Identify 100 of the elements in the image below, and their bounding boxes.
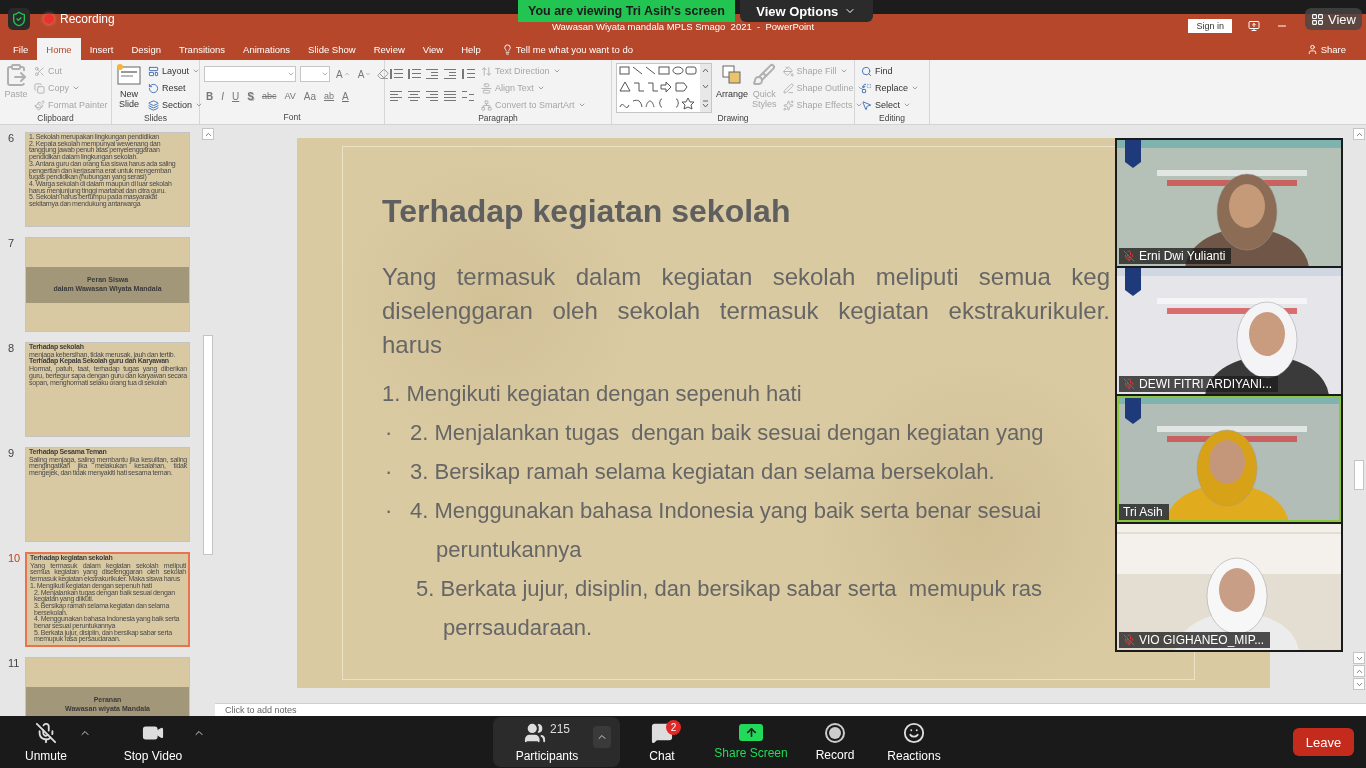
format-button[interactable]: S — [245, 87, 256, 105]
scroll-down-button[interactable] — [1353, 652, 1365, 664]
ribbon-tab[interactable]: File — [4, 38, 38, 60]
people-icon — [524, 721, 546, 744]
slide-thumbnail[interactable] — [25, 342, 190, 437]
ribbon-large-button[interactable]: Arrange — [716, 63, 749, 100]
ribbon-tab[interactable]: Transitions — [170, 38, 235, 60]
ribbon-tab[interactable]: Slide Show — [299, 38, 365, 60]
slide-icon — [116, 63, 142, 87]
window-title: Wawasan Wiyata mandala MPLS Smago 2021 - PowerPoint — [551, 20, 815, 32]
record-icon — [825, 722, 845, 743]
font-size-field[interactable] — [300, 66, 330, 82]
increase-indent-icon — [443, 68, 457, 80]
ribbon-command[interactable]: Layout — [146, 63, 206, 79]
ribbon-command[interactable]: Section — [146, 97, 206, 113]
caret-icon — [903, 101, 911, 109]
ribbon-tab[interactable]: Insert — [80, 38, 123, 60]
microphone-muted-icon — [35, 721, 57, 744]
pen-icon — [782, 82, 794, 94]
leave-button[interactable]: Leave — [1293, 728, 1354, 756]
share-screen-icon — [739, 724, 763, 741]
format-button[interactable]: abc — [259, 87, 279, 105]
bullet-list-icon — [389, 68, 403, 80]
participant-name: Erni Dwi Yulianti — [1139, 249, 1226, 263]
grid-icon — [1311, 12, 1325, 26]
format-button[interactable]: A — [340, 87, 351, 105]
align-right-icon — [425, 90, 439, 102]
record-button[interactable]: Record — [804, 718, 866, 766]
format-button[interactable]: Aa — [301, 87, 318, 105]
next-slide-button[interactable] — [1353, 678, 1365, 690]
previous-slide-button[interactable] — [1353, 665, 1365, 677]
participant-count: 215 — [550, 721, 570, 736]
chat-button[interactable]: 2 Chat — [626, 718, 698, 766]
shrink-font-button[interactable]: A — [355, 65, 374, 83]
ribbon-tab[interactable]: View — [413, 38, 453, 60]
caret-icon — [72, 84, 80, 92]
columns-icon — [461, 90, 475, 102]
ribbon-large-button[interactable]: New Slide — [116, 63, 142, 110]
ribbon-tab[interactable]: Animations — [234, 38, 300, 60]
view-button[interactable]: View — [1305, 8, 1362, 30]
align-text-icon — [481, 82, 492, 94]
shapes-gallery-drawing[interactable] — [616, 63, 712, 113]
display-options-icon[interactable] — [1248, 20, 1260, 32]
slide-thumbnail[interactable] — [25, 552, 190, 647]
ribbon-tab[interactable]: Home — [37, 38, 81, 60]
format-button[interactable]: U — [230, 87, 242, 105]
ribbon-command[interactable]: Reset — [146, 80, 206, 96]
unmute-button[interactable]: Unmute — [16, 718, 76, 766]
slide-number: 8 — [7, 342, 16, 356]
caret-icon — [321, 70, 329, 78]
notes-placeholder: Click to add notes — [225, 705, 297, 715]
format-button[interactable]: B — [204, 87, 216, 105]
view-options-button[interactable]: View Options — [739, 0, 873, 22]
scroll-up-button[interactable] — [1353, 128, 1365, 140]
participant-name: DEWI FITRI ARDIYANI... — [1139, 377, 1273, 391]
unread-badge: 2 — [666, 720, 681, 735]
group-label: Paragraph — [478, 113, 518, 124]
participants-button[interactable]: 215 Participants — [501, 718, 593, 766]
format-button[interactable]: ab — [322, 87, 337, 105]
bullet-mark: · — [385, 419, 394, 446]
microphone-muted-icon — [1123, 378, 1135, 390]
scroll-up-button[interactable] — [202, 128, 214, 140]
search-icon — [861, 65, 872, 77]
share-button[interactable]: Share — [1300, 38, 1352, 60]
reset-icon — [148, 82, 159, 94]
slide-number: 6 — [7, 132, 16, 146]
grow-font-button[interactable]: A — [334, 65, 352, 83]
slide-thumbnail[interactable] — [25, 132, 190, 227]
brush-icon — [752, 63, 777, 87]
decrease-indent-icon — [425, 68, 439, 80]
group-label: Drawing — [717, 113, 749, 124]
paintbrush-icon — [34, 99, 45, 111]
scrollbar-thumb[interactable] — [1354, 460, 1364, 490]
person-icon — [1306, 43, 1318, 55]
scrollbar-thumb[interactable] — [203, 335, 213, 555]
caret-icon — [343, 71, 350, 77]
format-button[interactable]: I — [219, 87, 226, 105]
ribbon-tab[interactable]: Design — [122, 38, 170, 60]
group-label: Editing — [879, 113, 905, 124]
caret-icon — [287, 70, 295, 78]
reactions-button[interactable]: Reactions — [866, 718, 962, 766]
scissors-icon — [34, 65, 45, 77]
tell-me-button[interactable]: Tell me what you want to do — [495, 38, 639, 60]
format-button[interactable]: AV — [282, 87, 298, 105]
sign-in-button[interactable]: Sign in — [1188, 19, 1232, 33]
caret-button[interactable] — [593, 726, 611, 748]
slide-title: Terhadap kegiatan sekolah — [382, 193, 792, 229]
stop-video-button[interactable]: Stop Video — [116, 718, 190, 766]
share-button[interactable]: Share Screen — [698, 718, 804, 766]
ribbon-tab[interactable]: Review — [364, 38, 414, 60]
caret-icon — [577, 101, 586, 109]
ribbon-tab[interactable]: Help — [452, 38, 490, 60]
list-item: 2. Menjalankan tugas dengan baik sesuai dengan kegiatan yang — [410, 419, 1044, 446]
line-spacing-icon — [461, 68, 475, 80]
participant-name: VIO GIGHANEO_MIP... — [1139, 633, 1265, 647]
paragraph-line: diselenggaran oleh sekolah termasuk kegiatan ekstrakurikuler. — [382, 296, 1110, 326]
list-item: peruntukannya — [436, 536, 582, 563]
notes-pane[interactable]: Click to add notes — [215, 703, 1366, 716]
font-name-field[interactable] — [204, 66, 296, 82]
align-left-icon — [389, 90, 403, 102]
